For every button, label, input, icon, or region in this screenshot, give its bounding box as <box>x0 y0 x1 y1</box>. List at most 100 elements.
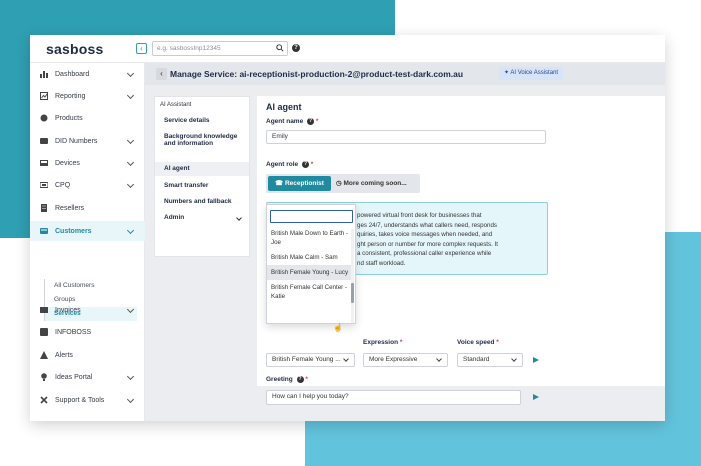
agent-name-input[interactable]: Emily <box>266 130 546 144</box>
phone-icon <box>40 138 48 144</box>
agent-name-label-text: Agent name <box>266 118 304 126</box>
search-icon[interactable] <box>276 44 284 52</box>
sidebar-item-label: Invoices <box>55 306 81 314</box>
role-more-coming-label: More coming soon... <box>343 180 407 187</box>
section-nav-admin[interactable]: Admin <box>155 214 249 221</box>
required-marker: * <box>305 376 308 384</box>
voice-speed-select[interactable]: Standard <box>457 353 523 367</box>
description-line: ght person or number for more complex re… <box>357 240 499 248</box>
pointer-cursor-icon: ☝ <box>333 323 343 332</box>
voice-speed-select-value: Standard <box>463 356 490 363</box>
required-marker: * <box>310 161 314 169</box>
section-nav: AI Assistant Service details Background … <box>154 96 250 257</box>
sidebar-item-label: Customers <box>55 227 92 235</box>
sidebar-item-support-tools[interactable]: Support & Tools <box>30 390 145 410</box>
chevron-down-icon <box>343 356 349 362</box>
sidebar-item-resellers[interactable]: Resellers <box>30 198 145 218</box>
section-nav-ai-agent[interactable]: AI agent <box>155 162 249 176</box>
sidebar-item-label: DID Numbers <box>55 137 98 145</box>
description-line: a consistent, professional caller experi… <box>357 250 492 258</box>
page-title: Manage Service: ai-receptionist-producti… <box>170 69 464 79</box>
play-greeting-icon[interactable] <box>533 394 539 400</box>
logo: sasboss <box>46 41 104 57</box>
alert-icon <box>40 351 48 359</box>
play-voice-icon[interactable] <box>533 357 539 363</box>
sidebar-item-devices[interactable]: Devices <box>30 153 145 173</box>
description-line: nd staff workload. <box>357 259 406 267</box>
sidebar-item-did-numbers[interactable]: DID Numbers <box>30 131 145 151</box>
dropdown-option[interactable]: British Male Down to Earth - Joe <box>267 226 353 250</box>
sidebar-item-label: Alerts <box>55 351 73 359</box>
dropdown-scrollbar-thumb[interactable] <box>351 283 354 303</box>
badge-label: AI Voice Assistant <box>510 70 559 76</box>
help-icon[interactable]: ? <box>301 161 309 168</box>
agent-role-label: Agent role ? * <box>266 161 313 168</box>
dropdown-scrollbar[interactable] <box>351 229 354 323</box>
sidebar-item-label: Support & Tools <box>55 396 105 404</box>
chevron-down-icon <box>126 372 135 381</box>
voice-select-value: British Female Young ... <box>272 356 341 363</box>
sidebar-item-label: Ideas Portal <box>55 373 93 381</box>
section-nav-service-details[interactable]: Service details <box>155 117 249 124</box>
chevron-down-icon <box>126 226 135 235</box>
sidebar-item-label: Products <box>55 114 83 122</box>
sidebar-item-label: Reporting <box>55 92 86 100</box>
chevron-down-icon <box>236 215 242 221</box>
sidebar-item-invoices[interactable]: Invoices <box>30 300 145 320</box>
help-icon[interactable]: ? <box>296 376 304 383</box>
voice-select[interactable]: British Female Young ... <box>266 353 355 367</box>
collapse-sidebar-icon[interactable]: ‹ <box>136 43 147 54</box>
greeting-label: Greeting ? * <box>266 376 308 383</box>
ai-voice-assistant-badge: ✦ AI Voice Assistant <box>499 67 564 80</box>
line-chart-icon <box>40 92 48 100</box>
required-marker: * <box>496 339 499 346</box>
dropdown-option[interactable]: British Female Young - Lucy <box>267 265 353 280</box>
lightbulb-icon <box>41 373 47 381</box>
sidebar-item-infoboss[interactable]: INFOBOSS <box>30 322 145 342</box>
sidebar-item-customers[interactable]: Customers <box>30 221 145 241</box>
sidebar-item-cpq[interactable]: CPQ <box>30 175 145 195</box>
phone-desk-icon: ☎ <box>275 180 284 187</box>
sidebar-item-label: Dashboard <box>55 70 90 78</box>
expression-select[interactable]: More Expressive <box>363 353 448 367</box>
section-nav-smart-transfer[interactable]: Smart transfer <box>155 182 249 189</box>
dropdown-option[interactable]: British Female Call Center - Katie <box>267 280 353 304</box>
section-nav-numbers-fallback[interactable]: Numbers and fallback <box>155 198 249 205</box>
expression-label: Expression * <box>363 339 402 346</box>
role-receptionist-label: Receptionist <box>284 180 324 187</box>
voice-speed-label-text: Voice speed <box>457 339 495 346</box>
sidebar: Dashboard Reporting Products DID Numbers… <box>30 63 145 421</box>
description-line: quiries, takes voice messages when neede… <box>357 231 493 239</box>
question-icon[interactable]: ? <box>292 44 300 52</box>
chevron-down-icon <box>436 356 442 362</box>
required-marker: * <box>399 339 403 346</box>
section-nav-background-knowledge[interactable]: Background knowledge and information <box>155 133 249 147</box>
voice-speed-label: Voice speed * <box>457 339 499 346</box>
role-receptionist-button[interactable]: ☎ Receptionist <box>268 176 331 191</box>
dropdown-option[interactable]: British Male Calm - Sam <box>267 250 353 265</box>
sidebar-item-ideas-portal[interactable]: Ideas Portal <box>30 367 145 387</box>
sidebar-item-label: Devices <box>55 159 80 167</box>
agent-role-toggle: ☎ Receptionist ◷ More coming soon... <box>266 174 420 193</box>
content-area: ‹ Manage Service: ai-receptionist-produc… <box>145 63 665 421</box>
submenu-item-all-customers[interactable]: All Customers <box>45 279 137 293</box>
agent-role-label-text: Agent role <box>266 161 299 169</box>
sidebar-item-dashboard[interactable]: Dashboard <box>30 64 145 84</box>
sidebar-item-alerts[interactable]: Alerts <box>30 345 145 365</box>
back-button[interactable]: ‹ <box>156 68 167 80</box>
sidebar-item-reporting[interactable]: Reporting <box>30 86 145 106</box>
sparkle-icon: ✦ <box>504 70 510 76</box>
chevron-down-icon <box>126 91 135 100</box>
role-more-coming-button[interactable]: ◷ More coming soon... <box>336 176 407 191</box>
greeting-input[interactable]: How can I help you today? <box>266 390 521 405</box>
tools-icon <box>40 396 48 404</box>
building-icon <box>41 204 47 212</box>
section-nav-admin-label: Admin <box>164 214 185 221</box>
sidebar-item-products[interactable]: Products <box>30 108 145 128</box>
dropdown-search-input[interactable] <box>270 210 353 223</box>
quote-icon <box>40 182 48 188</box>
search-input[interactable]: e.g. sasbossInp12345 <box>152 41 288 56</box>
expression-label-text: Expression <box>363 339 399 346</box>
help-icon[interactable]: ? <box>307 118 315 125</box>
required-marker: * <box>315 118 319 126</box>
